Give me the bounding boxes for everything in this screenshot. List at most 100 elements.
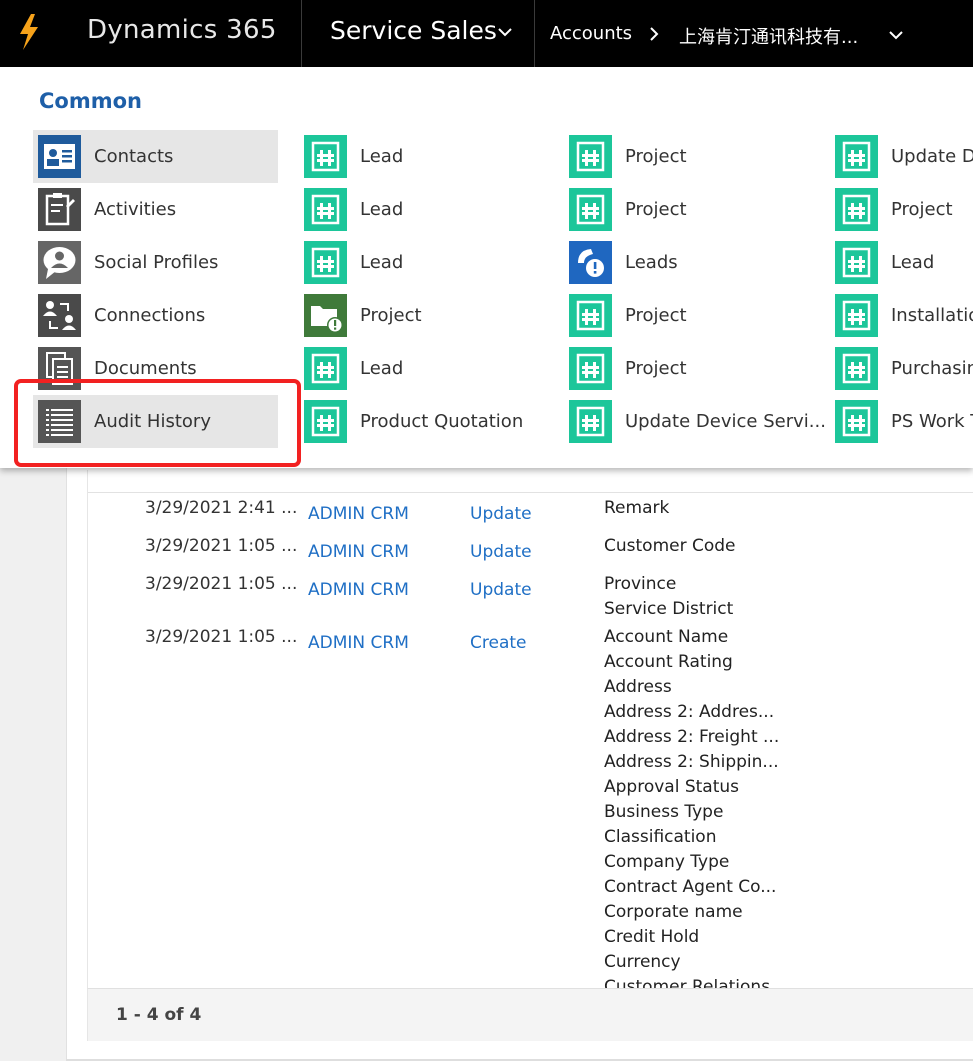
- menu-item-label: Lead: [360, 199, 404, 220]
- custom-entity-icon: [304, 400, 347, 443]
- social-profiles-icon: [38, 241, 81, 284]
- menu-item-label: Lead: [360, 358, 404, 379]
- custom-entity-icon: [835, 347, 878, 390]
- custom-entity-icon: [569, 400, 612, 443]
- menu-item-project[interactable]: Project: [564, 342, 809, 395]
- paging-status: 1 - 4 of 4: [116, 1005, 202, 1025]
- menu-item-label: Purchasing: [891, 358, 973, 379]
- custom-entity-icon: [835, 294, 878, 337]
- changed-field-cell: Contract Agent Co...: [604, 877, 777, 897]
- chevron-down-icon[interactable]: [496, 23, 514, 41]
- changed-field-cell: Service District: [604, 599, 734, 619]
- menu-item-lead[interactable]: Lead: [299, 130, 544, 183]
- custom-entity-icon: [569, 294, 612, 337]
- section-title-common: Common: [39, 89, 142, 113]
- menu-item-contacts[interactable]: Contacts: [33, 130, 278, 183]
- menu-item-project[interactable]: Project: [830, 183, 973, 236]
- annotation-highlight-box: [14, 379, 301, 467]
- custom-entity-icon: [304, 241, 347, 284]
- menu-item-purchasing[interactable]: Purchasing: [830, 342, 973, 395]
- app-name[interactable]: Service Sales: [330, 16, 497, 45]
- chevron-right-icon: [650, 27, 659, 41]
- menu-item-project[interactable]: Project: [564, 183, 809, 236]
- changed-field-cell: Address 2: Freight ...: [604, 727, 780, 747]
- menu-item-installation[interactable]: Installation: [830, 289, 973, 342]
- changed-by-link[interactable]: ADMIN CRM: [308, 578, 409, 603]
- menu-item-update-device-servi[interactable]: Update Device Servi...: [564, 395, 826, 448]
- menu-item-label: Project: [625, 199, 687, 220]
- event-link[interactable]: Update: [470, 502, 532, 527]
- connections-icon: [38, 294, 81, 337]
- menu-item-label: Update De: [891, 146, 973, 167]
- top-nav-bar: Dynamics 365 Service Sales Accounts 上海肯汀…: [0, 0, 973, 67]
- menu-item-label: Connections: [94, 305, 206, 326]
- changed-field-cell: Address: [604, 677, 672, 697]
- changed-field-cell: Customer Relations: [604, 977, 771, 988]
- menu-item-lead[interactable]: Lead: [299, 183, 544, 236]
- menu-item-project[interactable]: Project: [564, 130, 809, 183]
- event-link[interactable]: Update: [470, 578, 532, 603]
- changed-field-cell: Corporate name: [604, 902, 743, 922]
- menu-item-label: Activities: [94, 199, 177, 220]
- menu-item-label: Social Profiles: [94, 252, 219, 273]
- menu-item-activities[interactable]: Activities: [33, 183, 278, 236]
- changed-field-cell: Address 2: Shippin...: [604, 752, 779, 772]
- contacts-icon: [38, 135, 81, 178]
- nav-divider: [534, 0, 535, 67]
- menu-item-label: Contacts: [94, 146, 174, 167]
- changed-field-cell: Address 2: Addres...: [604, 702, 775, 722]
- event-link[interactable]: Update: [470, 540, 532, 565]
- changed-field-cell: Credit Hold: [604, 927, 700, 947]
- menu-item-ps-work-t[interactable]: PS Work T: [830, 395, 973, 448]
- menu-item-label: Product Quotation: [360, 411, 524, 432]
- brand-title[interactable]: Dynamics 365: [87, 15, 277, 45]
- changed-field-cell: Classification: [604, 827, 717, 847]
- grid-header-divider: [88, 492, 973, 493]
- menu-item-social-profiles[interactable]: Social Profiles: [33, 236, 278, 289]
- event-link[interactable]: Create: [470, 631, 527, 656]
- changed-field-cell: Customer Code: [604, 536, 736, 556]
- menu-item-label: Project: [625, 358, 687, 379]
- custom-entity-icon: [835, 135, 878, 178]
- changed-field-cell: Company Type: [604, 852, 730, 872]
- dynamics-logo-icon[interactable]: [14, 12, 44, 52]
- changed-by-link[interactable]: ADMIN CRM: [308, 631, 409, 656]
- custom-entity-icon: [304, 135, 347, 178]
- menu-item-label: Documents: [94, 358, 197, 379]
- breadcrumb-accounts[interactable]: Accounts: [550, 23, 632, 44]
- changed-field-cell: Account Name: [604, 627, 729, 647]
- menu-item-label: Project: [625, 305, 687, 326]
- changed-field-cell: Currency: [604, 952, 681, 972]
- changed-field-cell: Account Rating: [604, 652, 733, 672]
- breadcrumb-record[interactable]: 上海肯汀通讯科技有...: [679, 23, 858, 49]
- audit-history-grid: 3/29/2021 2:41 ... ADMIN CRM Update Remark 3…: [87, 470, 973, 988]
- menu-item-update-de[interactable]: Update De: [830, 130, 973, 183]
- changed-by-link[interactable]: ADMIN CRM: [308, 502, 409, 527]
- menu-item-label: Project: [625, 146, 687, 167]
- menu-item-label: Project: [891, 199, 953, 220]
- changed-field-cell: Approval Status: [604, 777, 740, 797]
- changed-field-cell: Remark: [604, 498, 670, 518]
- custom-entity-icon: [835, 188, 878, 231]
- menu-item-label: Leads: [625, 252, 678, 273]
- changed-field-cell: Business Type: [604, 802, 724, 822]
- custom-entity-icon: [569, 188, 612, 231]
- menu-item-label: Lead: [360, 252, 404, 273]
- menu-item-project[interactable]: Project: [299, 289, 544, 342]
- menu-item-lead[interactable]: Lead: [299, 342, 544, 395]
- menu-item-label: Installation: [891, 305, 973, 326]
- project-alert-icon: [304, 294, 347, 337]
- menu-item-label: PS Work T: [891, 411, 973, 432]
- custom-entity-icon: [835, 400, 878, 443]
- grid-footer: 1 - 4 of 4: [87, 988, 973, 1041]
- menu-item-leads[interactable]: Leads: [564, 236, 809, 289]
- leads-phone-alert-icon: [569, 241, 612, 284]
- nav-divider: [301, 0, 302, 67]
- chevron-down-icon[interactable]: [887, 26, 905, 44]
- changed-by-link[interactable]: ADMIN CRM: [308, 540, 409, 565]
- menu-item-lead[interactable]: Lead: [299, 236, 544, 289]
- menu-item-product-quotation[interactable]: Product Quotation: [299, 395, 544, 448]
- menu-item-project[interactable]: Project: [564, 289, 809, 342]
- menu-item-connections[interactable]: Connections: [33, 289, 278, 342]
- menu-item-lead[interactable]: Lead: [830, 236, 973, 289]
